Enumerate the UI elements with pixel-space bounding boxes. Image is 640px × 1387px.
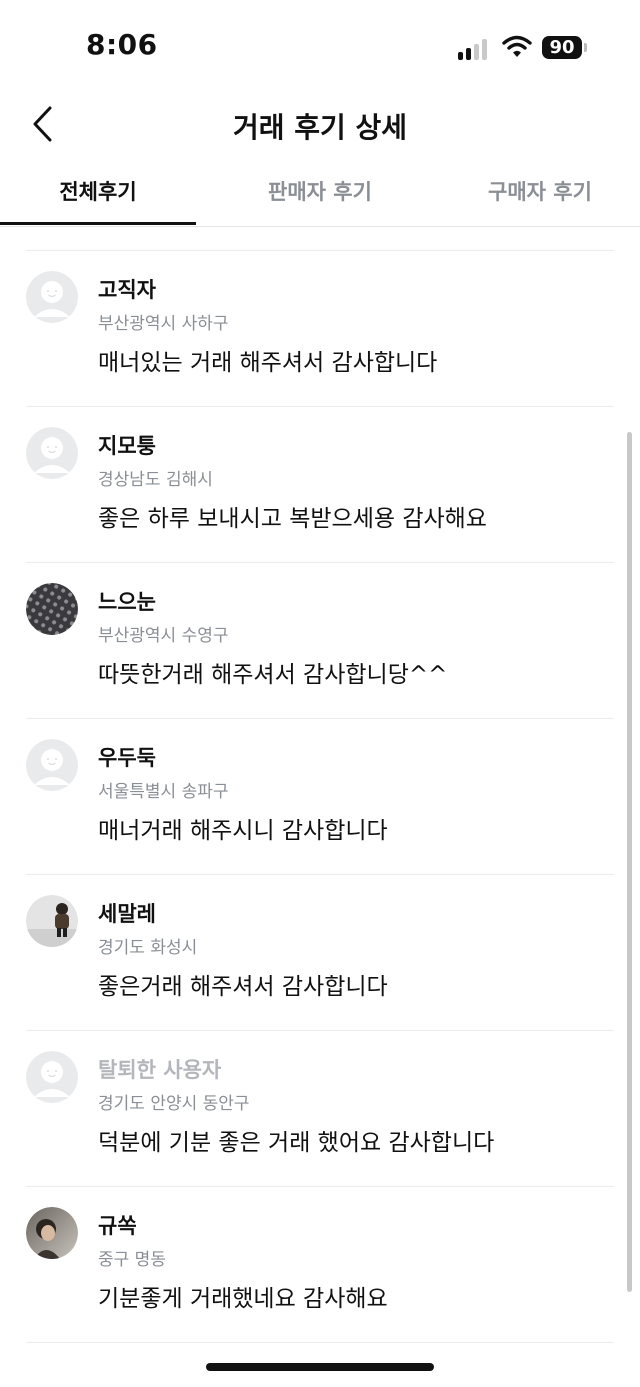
- divider: [26, 250, 614, 251]
- person-photo-avatar[interactable]: [26, 895, 78, 947]
- review-item[interactable]: 우두둑 서울특별시 송파구 매너거래 해주시니 감사합니다: [0, 718, 640, 874]
- reviewer-region: 경기도 화성시: [98, 938, 198, 958]
- divider: [26, 1186, 614, 1187]
- review-content: 매너있는 거래 해주셔서 감사합니다: [98, 350, 438, 376]
- divider: [26, 874, 614, 875]
- review-content: 따뜻한거래 해주셔서 감사합니당^^: [98, 662, 448, 688]
- battery-nub: [584, 43, 587, 52]
- divider: [26, 1030, 614, 1031]
- wifi-icon: [502, 35, 532, 57]
- review-item[interactable]: 탈퇴한 사용자 경기도 안양시 동안구 덕분에 기분 좋은 거래 했어요 감사합…: [0, 1030, 640, 1186]
- page-title: 거래 후기 상세: [232, 111, 408, 144]
- reviewer-region: 서울특별시 송파구: [98, 782, 229, 802]
- status-time: 8:06: [86, 28, 158, 61]
- default-avatar-icon[interactable]: [26, 739, 78, 791]
- default-avatar-icon[interactable]: [26, 427, 78, 479]
- tab-all-reviews[interactable]: 전체후기: [0, 176, 196, 206]
- pattern-photo-avatar[interactable]: [26, 583, 78, 635]
- reviewer-region: 부산광역시 사하구: [98, 314, 229, 334]
- review-item[interactable]: 규쏙 중구 명동 기분좋게 거래했네요 감사해요: [0, 1186, 640, 1342]
- divider: [26, 718, 614, 719]
- home-indicator[interactable]: [206, 1363, 434, 1371]
- reviewer-name[interactable]: 지모퉁: [98, 430, 156, 460]
- review-tabs: 전체후기 판매자 후기 구매자 후기: [0, 160, 640, 227]
- reviewer-name[interactable]: 규쏙: [98, 1210, 137, 1240]
- review-content: 덕분에 기분 좋은 거래 했어요 감사합니다: [98, 1130, 495, 1156]
- navigation-bar: 거래 후기 상세: [0, 92, 640, 156]
- review-content: 좋은 하루 보내시고 복받으세용 감사해요: [98, 506, 487, 532]
- divider: [26, 406, 614, 407]
- review-item[interactable]: 고직자 부산광역시 사하구 매너있는 거래 해주셔서 감사합니다: [0, 250, 640, 406]
- tab-buyer-reviews[interactable]: 구매자 후기: [440, 176, 640, 206]
- reviewer-region: 경상남도 김해시: [98, 470, 213, 490]
- reviewer-name-withdrawn: 탈퇴한 사용자: [98, 1058, 222, 1082]
- review-list: 고직자 부산광역시 사하구 매너있는 거래 해주셔서 감사합니다 지모퉁 경상남…: [0, 250, 640, 1343]
- person-photo-avatar[interactable]: [26, 1207, 78, 1259]
- review-item[interactable]: 세말레 경기도 화성시 좋은거래 해주셔서 감사합니다: [0, 874, 640, 1030]
- review-item[interactable]: 지모퉁 경상남도 김해시 좋은 하루 보내시고 복받으세용 감사해요: [0, 406, 640, 562]
- reviewer-region: 경기도 안양시 동안구: [98, 1094, 250, 1114]
- reviewer-name[interactable]: 고직자: [98, 274, 156, 304]
- reviewer-name[interactable]: 느으눈: [98, 586, 156, 616]
- review-item[interactable]: 느으눈 부산광역시 수영구 따뜻한거래 해주셔서 감사합니당^^: [0, 562, 640, 718]
- tab-seller-reviews[interactable]: 판매자 후기: [220, 176, 420, 206]
- scrollbar[interactable]: [627, 432, 632, 1292]
- active-tab-indicator: [0, 222, 196, 225]
- reviewer-region: 부산광역시 수영구: [98, 626, 229, 646]
- divider: [26, 562, 614, 563]
- review-content: 매너거래 해주시니 감사합니다: [98, 818, 388, 844]
- default-avatar-icon: [26, 1051, 78, 1103]
- cellular-signal-icon: [458, 38, 492, 60]
- status-bar: 8:06 90: [0, 0, 640, 90]
- reviewer-region: 중구 명동: [98, 1250, 166, 1270]
- reviewer-name[interactable]: 우두둑: [98, 742, 156, 772]
- reviewer-name[interactable]: 세말레: [98, 898, 156, 928]
- battery-icon: 90: [542, 36, 582, 59]
- review-content: 좋은거래 해주셔서 감사합니다: [98, 974, 388, 1000]
- divider: [26, 1342, 614, 1343]
- review-content: 기분좋게 거래했네요 감사해요: [98, 1286, 388, 1312]
- default-avatar-icon[interactable]: [26, 271, 78, 323]
